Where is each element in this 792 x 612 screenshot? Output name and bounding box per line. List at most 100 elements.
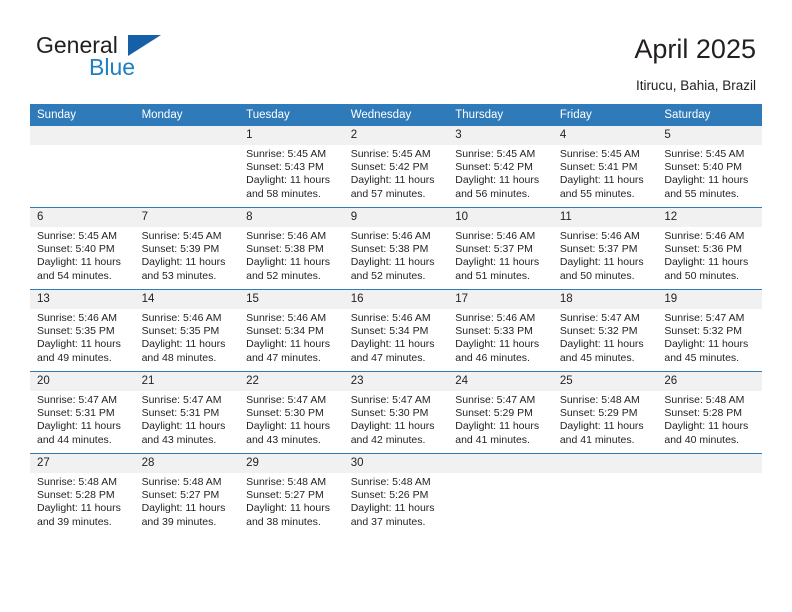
daylight-text: Daylight: 11 hours and 48 minutes.: [141, 338, 226, 364]
day-details: Sunrise: 5:46 AM Sunset: 5:38 PM Daylight:…: [344, 227, 449, 283]
day-number: 16: [343, 290, 449, 309]
daylight-text: Daylight: 11 hours and 41 minutes.: [455, 420, 540, 446]
calendar-day-cell[interactable]: 16 Sunrise: 5:46 AM Sunset: 5:34 PM Dayligh…: [343, 289, 449, 372]
day-cell-inner: 1 Sunrise: 5:45 AM Sunset: 5:43 PM Daylight…: [239, 126, 344, 207]
day-cell-inner: 18 Sunrise: 5:47 AM Sunset: 5:32 PM Dayligh…: [552, 290, 658, 371]
sunset-text: Sunset: 5:37 PM: [455, 243, 533, 256]
day-number: 10: [448, 208, 553, 227]
day-number: 14: [134, 290, 240, 309]
sunrise-text: Sunrise: 5:47 AM: [455, 394, 536, 406]
weekday-header-tuesday: Tuesday: [239, 104, 344, 126]
sunset-text: Sunset: 5:42 PM: [350, 161, 429, 174]
sunrise-text: Sunrise: 5:48 AM: [350, 476, 431, 488]
calendar-day-cell-empty: [134, 126, 240, 208]
calendar-day-cell[interactable]: 20 Sunrise: 5:47 AM Sunset: 5:31 PM Dayligh…: [30, 371, 135, 454]
calendar-day-cell[interactable]: 2 Sunrise: 5:45 AM Sunset: 5:42 PM Daylight…: [343, 126, 449, 208]
sunrise-text: Sunrise: 5:48 AM: [664, 394, 745, 406]
sunset-text: Sunset: 5:26 PM: [350, 489, 429, 502]
calendar-day-cell[interactable]: 14 Sunrise: 5:46 AM Sunset: 5:35 PM Dayligh…: [134, 289, 240, 372]
calendar-day-cell-empty: [657, 453, 762, 535]
calendar-day-cell[interactable]: 17 Sunrise: 5:46 AM Sunset: 5:33 PM Dayligh…: [448, 289, 553, 372]
sunset-text: Sunset: 5:36 PM: [664, 243, 743, 256]
daylight-text: Daylight: 11 hours and 50 minutes.: [559, 256, 644, 282]
sunrise-text: Sunrise: 5:48 AM: [37, 476, 117, 488]
calendar-day-cell[interactable]: 11 Sunrise: 5:46 AM Sunset: 5:37 PM Dayligh…: [552, 207, 658, 290]
day-number: 6: [30, 208, 135, 227]
day-cell-inner: 2 Sunrise: 5:45 AM Sunset: 5:42 PM Daylight…: [343, 126, 449, 207]
day-cell-inner: 9 Sunrise: 5:46 AM Sunset: 5:38 PM Daylight…: [343, 208, 449, 289]
calendar-day-cell[interactable]: 13 Sunrise: 5:46 AM Sunset: 5:35 PM Dayligh…: [30, 289, 135, 372]
sunrise-text: Sunrise: 5:47 AM: [559, 312, 640, 324]
day-cell-inner: 12 Sunrise: 5:46 AM Sunset: 5:36 PM Dayligh…: [657, 208, 762, 289]
calendar-day-cell[interactable]: 21 Sunrise: 5:47 AM Sunset: 5:31 PM Dayligh…: [134, 371, 240, 454]
calendar-day-cell[interactable]: 18 Sunrise: 5:47 AM Sunset: 5:32 PM Dayligh…: [552, 289, 658, 372]
sunset-text: Sunset: 5:38 PM: [350, 243, 429, 256]
day-number: 17: [448, 290, 553, 309]
sunrise-text: Sunrise: 5:46 AM: [664, 230, 745, 242]
day-details: Sunrise: 5:48 AM Sunset: 5:28 PM Daylight:…: [30, 473, 135, 529]
sunset-text: Sunset: 5:29 PM: [559, 407, 638, 420]
calendar-day-cell[interactable]: 22 Sunrise: 5:47 AM Sunset: 5:30 PM Dayligh…: [239, 371, 344, 454]
calendar-week-row: 1 Sunrise: 5:45 AM Sunset: 5:43 PM Daylight…: [30, 126, 762, 208]
day-details: Sunrise: 5:46 AM Sunset: 5:35 PM Daylight:…: [135, 309, 240, 365]
calendar-day-cell[interactable]: 4 Sunrise: 5:45 AM Sunset: 5:41 PM Daylight…: [552, 126, 658, 208]
calendar-day-cell[interactable]: 9 Sunrise: 5:46 AM Sunset: 5:38 PM Daylight…: [343, 207, 449, 290]
calendar-day-cell[interactable]: 19 Sunrise: 5:47 AM Sunset: 5:32 PM Dayligh…: [657, 289, 762, 372]
calendar-day-cell[interactable]: 24 Sunrise: 5:47 AM Sunset: 5:29 PM Dayligh…: [448, 371, 553, 454]
sunset-text: Sunset: 5:35 PM: [37, 325, 115, 338]
day-cell-inner: 15 Sunrise: 5:46 AM Sunset: 5:34 PM Dayligh…: [239, 290, 344, 371]
calendar-day-cell[interactable]: 15 Sunrise: 5:46 AM Sunset: 5:34 PM Dayligh…: [239, 289, 344, 372]
calendar-day-cell[interactable]: 3 Sunrise: 5:45 AM Sunset: 5:42 PM Daylight…: [448, 126, 553, 208]
day-number: 28: [134, 454, 240, 473]
day-cell-inner: 22 Sunrise: 5:47 AM Sunset: 5:30 PM Dayligh…: [239, 372, 344, 453]
day-number: 3: [448, 126, 553, 145]
calendar-day-cell[interactable]: 26 Sunrise: 5:48 AM Sunset: 5:28 PM Dayligh…: [657, 371, 762, 454]
sunrise-text: Sunrise: 5:45 AM: [37, 230, 117, 242]
sunrise-text: Sunrise: 5:47 AM: [141, 394, 222, 406]
calendar-day-cell[interactable]: 30 Sunrise: 5:48 AM Sunset: 5:26 PM Dayligh…: [343, 453, 449, 535]
sunset-text: Sunset: 5:28 PM: [664, 407, 743, 420]
day-number: 15: [239, 290, 344, 309]
day-number: [30, 126, 135, 145]
daylight-text: Daylight: 11 hours and 39 minutes.: [141, 502, 226, 528]
day-cell-inner: [552, 454, 658, 535]
day-cell-inner: 28 Sunrise: 5:48 AM Sunset: 5:27 PM Dayligh…: [134, 454, 240, 535]
calendar-week-row: 13 Sunrise: 5:46 AM Sunset: 5:35 PM Dayligh…: [30, 289, 762, 372]
calendar-day-cell[interactable]: 6 Sunrise: 5:45 AM Sunset: 5:40 PM Daylight…: [30, 207, 135, 290]
logo-triangle-icon: [128, 35, 161, 56]
calendar-day-cell[interactable]: 8 Sunrise: 5:46 AM Sunset: 5:38 PM Daylight…: [239, 207, 344, 290]
day-details: Sunrise: 5:46 AM Sunset: 5:37 PM Daylight:…: [553, 227, 658, 283]
calendar-day-cell[interactable]: 7 Sunrise: 5:45 AM Sunset: 5:39 PM Daylight…: [134, 207, 240, 290]
day-cell-inner: 19 Sunrise: 5:47 AM Sunset: 5:32 PM Dayligh…: [657, 290, 762, 371]
daylight-text: Daylight: 11 hours and 45 minutes.: [664, 338, 749, 364]
day-number: 9: [343, 208, 449, 227]
weekday-header-friday: Friday: [552, 104, 658, 126]
calendar-day-cell[interactable]: 29 Sunrise: 5:48 AM Sunset: 5:27 PM Dayligh…: [239, 453, 344, 535]
daylight-text: Daylight: 11 hours and 51 minutes.: [455, 256, 540, 282]
calendar-day-cell[interactable]: 23 Sunrise: 5:47 AM Sunset: 5:30 PM Dayligh…: [343, 371, 449, 454]
sunrise-text: Sunrise: 5:45 AM: [141, 230, 222, 242]
calendar-day-cell[interactable]: 10 Sunrise: 5:46 AM Sunset: 5:37 PM Dayligh…: [448, 207, 553, 290]
day-number: 5: [657, 126, 762, 145]
day-number: 27: [30, 454, 135, 473]
calendar-day-cell[interactable]: 12 Sunrise: 5:46 AM Sunset: 5:36 PM Dayligh…: [657, 207, 762, 290]
sunset-text: Sunset: 5:31 PM: [141, 407, 220, 420]
sunrise-text: Sunrise: 5:47 AM: [37, 394, 117, 406]
weekday-header-thursday: Thursday: [448, 104, 553, 126]
calendar-day-cell[interactable]: 28 Sunrise: 5:48 AM Sunset: 5:27 PM Dayligh…: [134, 453, 240, 535]
calendar-day-cell[interactable]: 25 Sunrise: 5:48 AM Sunset: 5:29 PM Dayligh…: [552, 371, 658, 454]
day-cell-inner: 20 Sunrise: 5:47 AM Sunset: 5:31 PM Dayligh…: [30, 372, 135, 453]
day-details: Sunrise: 5:45 AM Sunset: 5:42 PM Daylight:…: [344, 145, 449, 201]
day-cell-inner: [657, 454, 762, 535]
daylight-text: Daylight: 11 hours and 37 minutes.: [350, 502, 435, 528]
sunset-text: Sunset: 5:39 PM: [141, 243, 220, 256]
calendar-day-cell-empty: [30, 126, 135, 208]
calendar-day-cell[interactable]: 1 Sunrise: 5:45 AM Sunset: 5:43 PM Daylight…: [239, 126, 344, 208]
day-details: Sunrise: 5:45 AM Sunset: 5:40 PM Daylight:…: [657, 145, 762, 201]
calendar-day-cell[interactable]: 5 Sunrise: 5:45 AM Sunset: 5:40 PM Daylight…: [657, 126, 762, 208]
daylight-text: Daylight: 11 hours and 43 minutes.: [141, 420, 226, 446]
sunset-text: Sunset: 5:40 PM: [37, 243, 115, 256]
sunrise-text: Sunrise: 5:46 AM: [246, 230, 327, 242]
day-cell-inner: 27 Sunrise: 5:48 AM Sunset: 5:28 PM Dayligh…: [30, 454, 135, 535]
calendar-day-cell[interactable]: 27 Sunrise: 5:48 AM Sunset: 5:28 PM Dayligh…: [30, 453, 135, 535]
